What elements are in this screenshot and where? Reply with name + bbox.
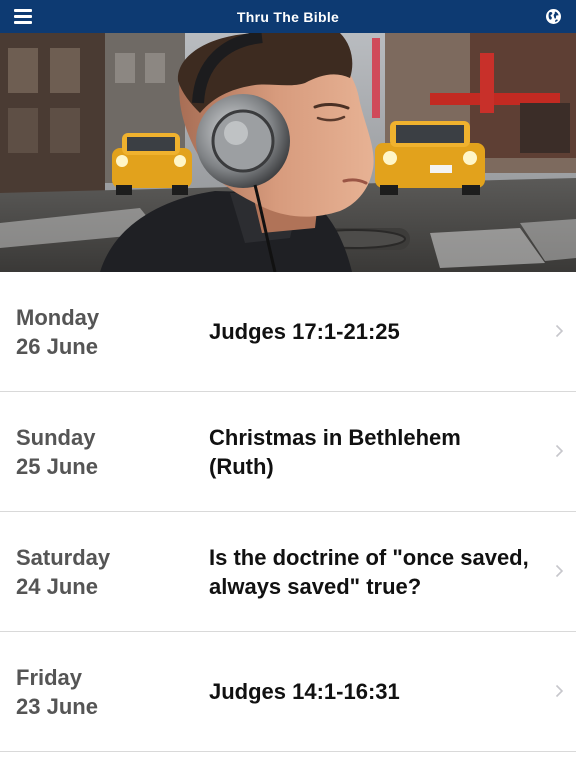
hero-image xyxy=(0,33,576,272)
chevron-right-icon xyxy=(555,684,564,698)
globe-icon[interactable] xyxy=(545,8,562,25)
episode-day: Friday xyxy=(16,664,83,690)
episode-row-friday[interactable]: Friday 23 June Judges 14:1-16:31 xyxy=(0,632,576,752)
episode-day: Saturday xyxy=(16,544,111,570)
episode-row-sunday[interactable]: Sunday 25 June Christmas in Bethlehem (R… xyxy=(0,392,576,512)
hamburger-menu-icon[interactable] xyxy=(14,9,32,24)
episode-list: Monday 26 June Judges 17:1-21:25 Sunday … xyxy=(0,272,576,752)
page-title: Thru The Bible xyxy=(236,8,340,25)
episode-date-value: 25 June xyxy=(16,453,98,479)
episode-date: Saturday 24 June xyxy=(16,512,196,631)
episode-title: Christmas in Bethlehem (Ruth) xyxy=(209,424,461,479)
episode-day: Monday xyxy=(16,304,100,330)
chevron-right-icon xyxy=(555,324,564,338)
episode-row-monday[interactable]: Monday 26 June Judges 17:1-21:25 xyxy=(0,272,576,392)
episode-title: Is the doctrine of "once saved, always s… xyxy=(209,544,529,599)
episode-date: Sunday 25 June xyxy=(16,392,196,511)
navigation-bar: Thru The Bible xyxy=(0,0,576,33)
episode-title: Judges 14:1-16:31 xyxy=(209,679,400,704)
episode-title: Judges 17:1-21:25 xyxy=(209,319,400,344)
chevron-right-icon xyxy=(555,444,564,458)
episode-date: Monday 26 June xyxy=(16,272,196,391)
episode-row-saturday[interactable]: Saturday 24 June Is the doctrine of "onc… xyxy=(0,512,576,632)
episode-date-value: 23 June xyxy=(16,693,98,719)
episode-date-value: 26 June xyxy=(16,333,98,359)
episode-date-value: 24 June xyxy=(16,573,98,599)
episode-date: Friday 23 June xyxy=(16,632,196,751)
chevron-right-icon xyxy=(555,564,564,578)
episode-day: Sunday xyxy=(16,424,96,450)
app-screen: Thru The Bible Monday 26 June Judges 17:… xyxy=(0,0,576,768)
